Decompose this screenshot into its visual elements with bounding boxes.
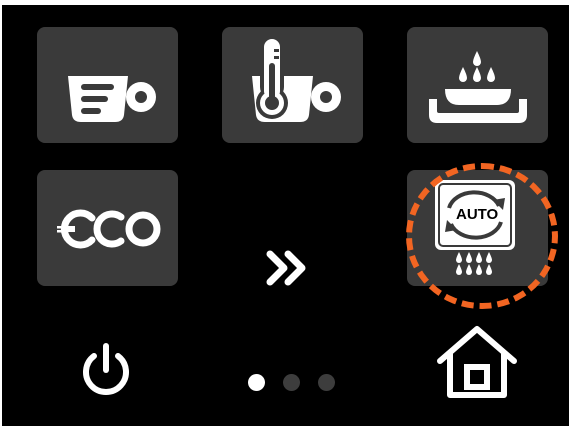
hot-water-drops-icon: [429, 51, 527, 123]
page-dot-2: [283, 374, 300, 391]
eco-tile[interactable]: [37, 170, 178, 286]
page-dot-1: [248, 374, 265, 391]
power-icon[interactable]: [76, 340, 136, 400]
auto-rinse-tile[interactable]: AUTO: [407, 170, 548, 286]
coffee-tile[interactable]: [37, 27, 178, 143]
page-dot-3: [318, 374, 335, 391]
auto-label: AUTO: [456, 206, 499, 223]
temperature-tile[interactable]: [222, 27, 363, 143]
hot-water-tile[interactable]: [407, 27, 548, 143]
double-chevron-right-icon[interactable]: [264, 248, 314, 288]
page-indicator: [248, 372, 340, 392]
auto-rinse-cycle-icon: [435, 180, 515, 275]
eco-plug-icon: [57, 209, 161, 249]
touch-screen: AUTO: [2, 5, 569, 426]
home-icon[interactable]: [432, 323, 522, 403]
cup-thermometer-icon: [252, 35, 341, 122]
coffee-cup-icon: [68, 76, 156, 122]
